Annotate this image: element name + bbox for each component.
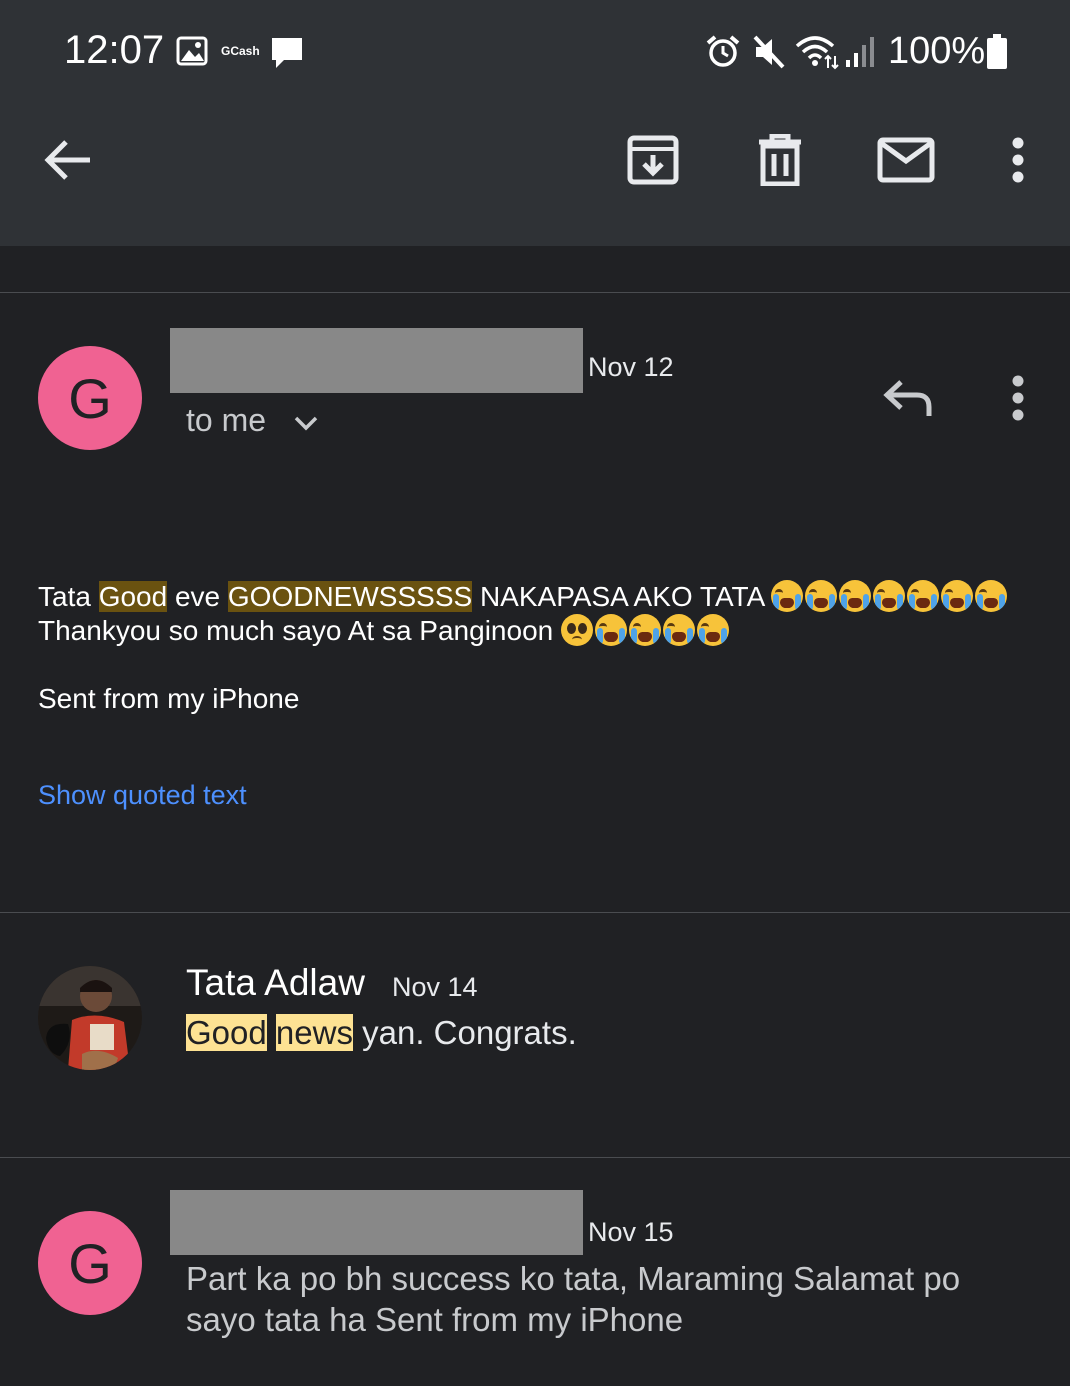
delete-icon	[759, 134, 801, 186]
search-highlight: news	[275, 1014, 353, 1051]
search-highlight: Good	[98, 581, 168, 612]
signature-text: Sent from my iPhone	[38, 683, 300, 714]
reply-button[interactable]	[878, 366, 938, 430]
redacted-sender-name	[170, 1190, 583, 1255]
chevron-down-icon	[294, 416, 318, 431]
back-arrow-icon	[44, 140, 90, 180]
alarm-icon	[706, 35, 740, 67]
show-quoted-text-link[interactable]: Show quoted text	[38, 780, 247, 811]
crying-face-emoji	[941, 580, 974, 612]
crying-face-emoji	[907, 580, 940, 612]
signal-icon	[846, 37, 874, 67]
divider	[0, 912, 1070, 913]
message-date: Nov 12	[588, 352, 674, 382]
delete-button[interactable]	[750, 128, 810, 192]
more-vert-icon	[1012, 137, 1024, 183]
body-text: eve	[167, 581, 228, 612]
chat-icon	[272, 38, 302, 68]
message-body-line: Thankyou so much sayo At sa Panginoon	[38, 614, 731, 648]
sender-avatar[interactable]: G	[38, 1211, 142, 1315]
message-snippet[interactable]: Good news yan. Congrats.	[186, 1014, 577, 1052]
profile-photo	[38, 966, 142, 1070]
avatar-letter: G	[68, 1231, 112, 1295]
archive-icon	[627, 135, 679, 185]
toolbar-spacer	[0, 246, 1070, 292]
sender-avatar[interactable]: G	[38, 346, 142, 450]
message-date: Nov 15	[588, 1217, 674, 1247]
sender-avatar-photo[interactable]	[38, 966, 142, 1070]
mute-icon	[753, 35, 785, 69]
mark-unread-button[interactable]	[876, 128, 936, 192]
more-vert-icon	[1012, 375, 1024, 421]
body-text: Tata	[38, 581, 99, 612]
crying-face-emoji	[839, 580, 872, 612]
crying-face-emoji	[595, 614, 627, 646]
crying-face-emoji	[873, 580, 906, 612]
crying-face-emoji	[663, 614, 695, 646]
crying-face-emoji	[771, 580, 804, 612]
image-icon	[176, 36, 208, 66]
sender-name: Tata Adlaw	[186, 962, 365, 1003]
snippet-text: yan. Congrats.	[352, 1014, 577, 1051]
crying-face-emoji	[697, 614, 729, 646]
message-more-button[interactable]	[988, 366, 1048, 430]
crying-face-emoji	[629, 614, 661, 646]
pleading-face-emoji	[561, 614, 593, 646]
body-text: Thankyou so much sayo At sa Panginoon	[38, 615, 561, 646]
message-snippet[interactable]: Part ka po bh success ko tata, Maraming …	[186, 1258, 1006, 1340]
battery-percent: 100%	[888, 30, 986, 72]
back-button[interactable]	[38, 128, 98, 192]
message-date: Nov 14	[392, 972, 478, 1002]
wifi-icon	[795, 36, 839, 70]
avatar-letter: G	[68, 366, 112, 430]
crying-face-emoji	[975, 580, 1008, 612]
search-highlight: Good	[186, 1014, 267, 1051]
search-highlight: GOODNEWSSSSS	[227, 581, 473, 612]
battery-icon	[987, 34, 1007, 69]
mark-unread-icon	[877, 137, 935, 183]
recipient-label: to me	[186, 402, 267, 438]
reply-icon	[883, 380, 932, 416]
divider	[0, 1157, 1070, 1158]
redacted-sender-name	[170, 328, 583, 393]
status-time: 12:07	[64, 28, 165, 72]
divider	[0, 292, 1070, 293]
archive-button[interactable]	[623, 128, 683, 192]
more-options-button[interactable]	[988, 128, 1048, 192]
recipient-details-toggle[interactable]: to me	[186, 402, 319, 439]
body-text: NAKAPASA AKO TATA	[472, 581, 772, 612]
gcash-icon: GCash	[221, 44, 260, 58]
message-body-line: Tata Good eve GOODNEWSSSSS NAKAPASA AKO …	[38, 580, 1009, 614]
crying-face-emoji	[805, 580, 838, 612]
